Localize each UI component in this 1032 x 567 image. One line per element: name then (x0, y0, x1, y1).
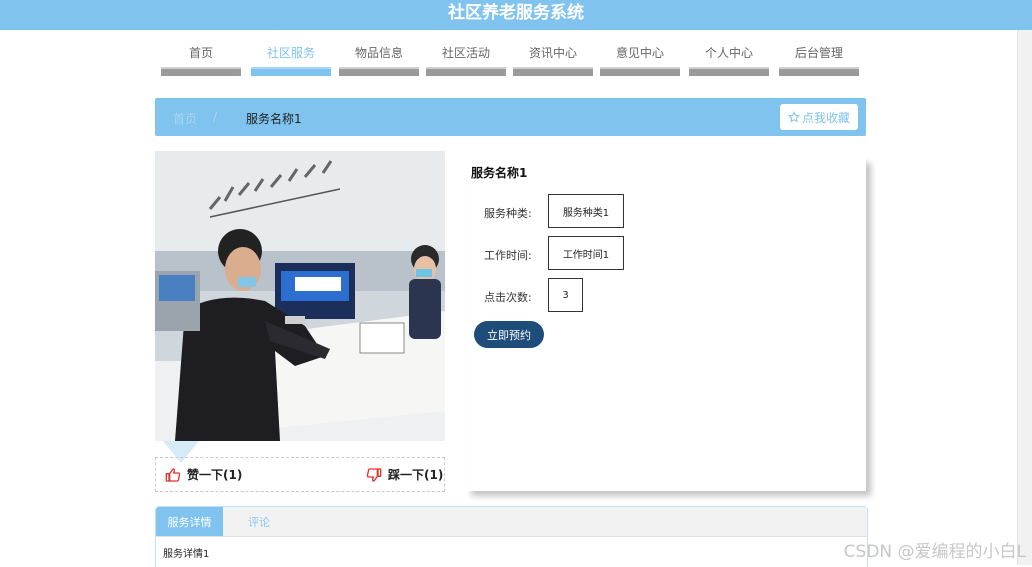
work-time-label: 工作时间: (484, 249, 532, 262)
book-now-button[interactable]: 立即预约 (474, 321, 544, 348)
nav-item-feedback[interactable]: 意见中心 (600, 44, 680, 76)
breadcrumb-separator: / (213, 110, 218, 124)
star-outline-icon (788, 111, 800, 123)
nav-item-bar (513, 67, 593, 76)
nav-item-label: 资讯中心 (528, 46, 577, 60)
service-type-label: 服务种类: (484, 207, 532, 220)
nav-item-community-service[interactable]: 社区服务 (251, 44, 331, 76)
service-type-value: 服务种类1 (548, 194, 624, 228)
nav-item-admin[interactable]: 后台管理 (779, 44, 859, 76)
service-photo (155, 151, 445, 441)
nav-item-label: 物品信息 (354, 46, 403, 60)
nav-item-label: 后台管理 (794, 46, 843, 60)
nav-item-profile[interactable]: 个人中心 (689, 44, 769, 76)
nav-item-news[interactable]: 资讯中心 (513, 44, 593, 76)
favorite-button[interactable]: 点我收藏 (780, 104, 858, 130)
watermark: CSDN @爱编程的小白L (843, 542, 1026, 562)
vote-box: 赞一下(1) 踩一下(1) (155, 457, 445, 492)
nav-item-bar (251, 67, 331, 76)
nav-item-bar (779, 67, 859, 76)
service-photo-illustration (155, 151, 445, 441)
tab-service-details[interactable]: 服务详情 (156, 507, 223, 536)
breadcrumb-home-link[interactable]: 首页 (173, 110, 197, 127)
nav-item-label: 个人中心 (704, 46, 753, 60)
app-title: 社区养老服务系统 (0, 0, 1032, 30)
scrollbar[interactable] (1017, 30, 1032, 565)
like-button[interactable]: 赞一下(1) (165, 466, 242, 483)
work-time-value: 工作时间1 (548, 236, 624, 270)
favorite-label: 点我收藏 (801, 110, 850, 125)
nav-item-label: 首页 (188, 46, 213, 60)
nav-item-bar (426, 67, 506, 76)
click-count-label: 点击次数: (484, 291, 532, 304)
nav-item-bar (161, 67, 241, 76)
service-detail-card: 服务名称1 服务种类: 服务种类1 工作时间: 工作时间1 点击次数: 3 立即… (466, 158, 866, 491)
breadcrumb-current: 服务名称1 (246, 112, 302, 126)
nav-item-home[interactable]: 首页 (161, 44, 241, 76)
nav-item-bar (600, 67, 680, 76)
nav-item-goods[interactable]: 物品信息 (339, 44, 419, 76)
thumbs-up-icon (165, 467, 181, 482)
thumbs-down-icon (366, 467, 382, 482)
service-title: 服务名称1 (471, 166, 528, 180)
dislike-button[interactable]: 踩一下(1) (366, 466, 443, 483)
like-label: 赞一下(1) (187, 468, 243, 482)
nav-item-bar (339, 67, 419, 76)
tab-content: 服务详情1 (163, 549, 210, 560)
tab-comments[interactable]: 评论 (223, 507, 295, 536)
nav-item-activities[interactable]: 社区活动 (426, 44, 506, 76)
nav-item-label: 社区服务 (266, 46, 315, 60)
dislike-label: 踩一下(1) (388, 468, 444, 482)
click-count-value: 3 (548, 278, 583, 312)
nav-item-label: 社区活动 (441, 46, 490, 60)
breadcrumb: 首页 / 服务名称1 点我收藏 (155, 98, 866, 136)
nav-item-label: 意见中心 (615, 46, 664, 60)
nav-item-bar (689, 67, 769, 76)
detail-tabs: 服务详情 评论 服务详情1 (155, 506, 868, 567)
